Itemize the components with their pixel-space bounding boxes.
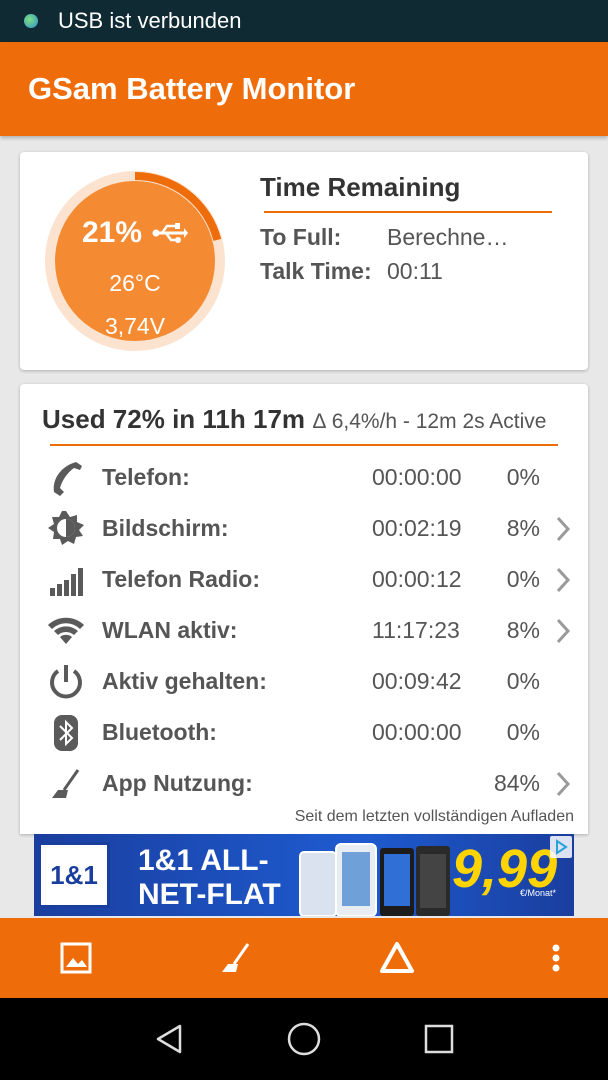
more-vert-icon[interactable]: [536, 938, 576, 978]
image-icon[interactable]: [56, 938, 96, 978]
globe-icon: [24, 14, 38, 28]
back-icon[interactable]: [148, 1018, 190, 1060]
phone-icon: [53, 462, 82, 496]
bottom-toolbar: [0, 918, 608, 998]
broom-icon: [52, 769, 80, 798]
usage-percent: 0%: [506, 668, 540, 694]
divider: [50, 444, 558, 446]
usage-header: Used 72% in 11h 17m ∆ 6,4%/h - 12m 2s Ac…: [42, 404, 546, 435]
usage-percent: 0%: [506, 719, 540, 745]
usage-row-wlan[interactable]: WLAN aktiv: 11:17:23 8%: [20, 605, 588, 655]
signal-icon: [50, 568, 83, 596]
usage-rate: ∆ 6,4%/h - 12m 2s Active: [313, 410, 547, 433]
ad-banner[interactable]: 1&1 1&1 ALL- NET-FLAT 9,99 €/Monat*: [34, 834, 574, 916]
chevron-right-icon: [556, 618, 571, 644]
usage-percent: 84%: [493, 770, 540, 796]
to-full-row: To Full: Berechne…: [260, 224, 508, 251]
chevron-right-icon: [556, 567, 571, 593]
wifi-icon: [48, 617, 84, 644]
usage-label: App Nutzung:: [102, 770, 253, 796]
system-nav-bar: [0, 998, 608, 1080]
since-full-charge-note: Seit dem letzten vollständigen Aufladen: [294, 808, 574, 825]
chevron-right-icon: [556, 516, 571, 542]
divider: [264, 211, 552, 213]
home-icon[interactable]: [283, 1018, 325, 1060]
usage-row-bluetooth[interactable]: Bluetooth: 00:00:00 0%: [20, 707, 588, 757]
ad-price-note: €/Monat*: [520, 888, 557, 898]
usage-card: Used 72% in 11h 17m ∆ 6,4%/h - 12m 2s Ac…: [20, 384, 588, 834]
usage-label: Bluetooth:: [102, 719, 217, 745]
usage-percent: 0%: [506, 566, 540, 592]
usage-percent: 8%: [506, 515, 540, 541]
ad-headline-1: 1&1 ALL-: [138, 844, 269, 877]
talk-time-row: Talk Time: 00:11: [260, 258, 443, 285]
app-bar: GSam Battery Monitor: [0, 42, 608, 136]
usage-label: Bildschirm:: [102, 515, 229, 541]
usage-row-aktiv-gehalten[interactable]: Aktiv gehalten: 00:09:42 0%: [20, 656, 588, 706]
power-icon: [50, 665, 82, 699]
to-full-label: To Full:: [260, 224, 342, 250]
usage-time: 00:00:00: [372, 719, 462, 745]
phones-image: [299, 843, 450, 916]
usage-label: WLAN aktiv:: [102, 617, 238, 643]
delta-icon[interactable]: [377, 938, 417, 978]
chevron-right-icon: [556, 771, 571, 797]
time-remaining-title: Time Remaining: [260, 172, 461, 202]
usage-time: 00:00:00: [372, 464, 462, 490]
usage-label: Telefon Radio:: [102, 566, 261, 592]
bluetooth-icon: [54, 715, 78, 751]
usage-row-telefon[interactable]: Telefon: 00:00:00 0%: [20, 452, 588, 502]
usb-icon: [152, 223, 189, 243]
usage-time: 00:00:12: [372, 566, 462, 592]
battery-temperature: 26°C: [109, 270, 161, 296]
usage-headline: Used 72% in 11h 17m: [42, 404, 306, 434]
talk-time-label: Talk Time:: [260, 258, 372, 284]
battery-card[interactable]: 21% 26°C 3,74V Time Remaining To Full: B…: [20, 152, 588, 370]
usage-row-bildschirm[interactable]: Bildschirm: 00:02:19 8%: [20, 503, 588, 553]
adchoices-icon[interactable]: [550, 836, 572, 858]
usage-row-telefon-radio[interactable]: Telefon Radio: 00:00:12 0%: [20, 554, 588, 604]
status-bar: USB ist verbunden: [0, 0, 608, 42]
app-title: GSam Battery Monitor: [28, 71, 356, 106]
ad-logo: 1&1: [38, 842, 110, 908]
usage-time: 00:09:42: [372, 668, 462, 694]
usage-row-app-nutzung[interactable]: App Nutzung: 84%: [20, 758, 588, 808]
battery-percent: 21%: [81, 216, 143, 249]
usage-percent: 8%: [506, 617, 540, 643]
gauge-readout: 21% 26°C 3,74V: [42, 168, 228, 354]
usage-label: Aktiv gehalten:: [102, 668, 267, 694]
battery-voltage: 3,74V: [104, 313, 166, 339]
usb-notification: USB ist verbunden: [58, 8, 242, 33]
usage-time: 11:17:23: [372, 617, 460, 643]
brightness-icon: [48, 511, 84, 545]
usage-time: 00:02:19: [372, 515, 462, 541]
ad-headline-2: NET-FLAT: [138, 878, 281, 911]
broom-icon[interactable]: [216, 938, 256, 978]
to-full-value: Berechne…: [387, 224, 509, 250]
recents-icon[interactable]: [418, 1018, 460, 1060]
usage-percent: 0%: [506, 464, 540, 490]
usage-label: Telefon:: [102, 464, 190, 490]
talk-time-value: 00:11: [387, 258, 443, 284]
